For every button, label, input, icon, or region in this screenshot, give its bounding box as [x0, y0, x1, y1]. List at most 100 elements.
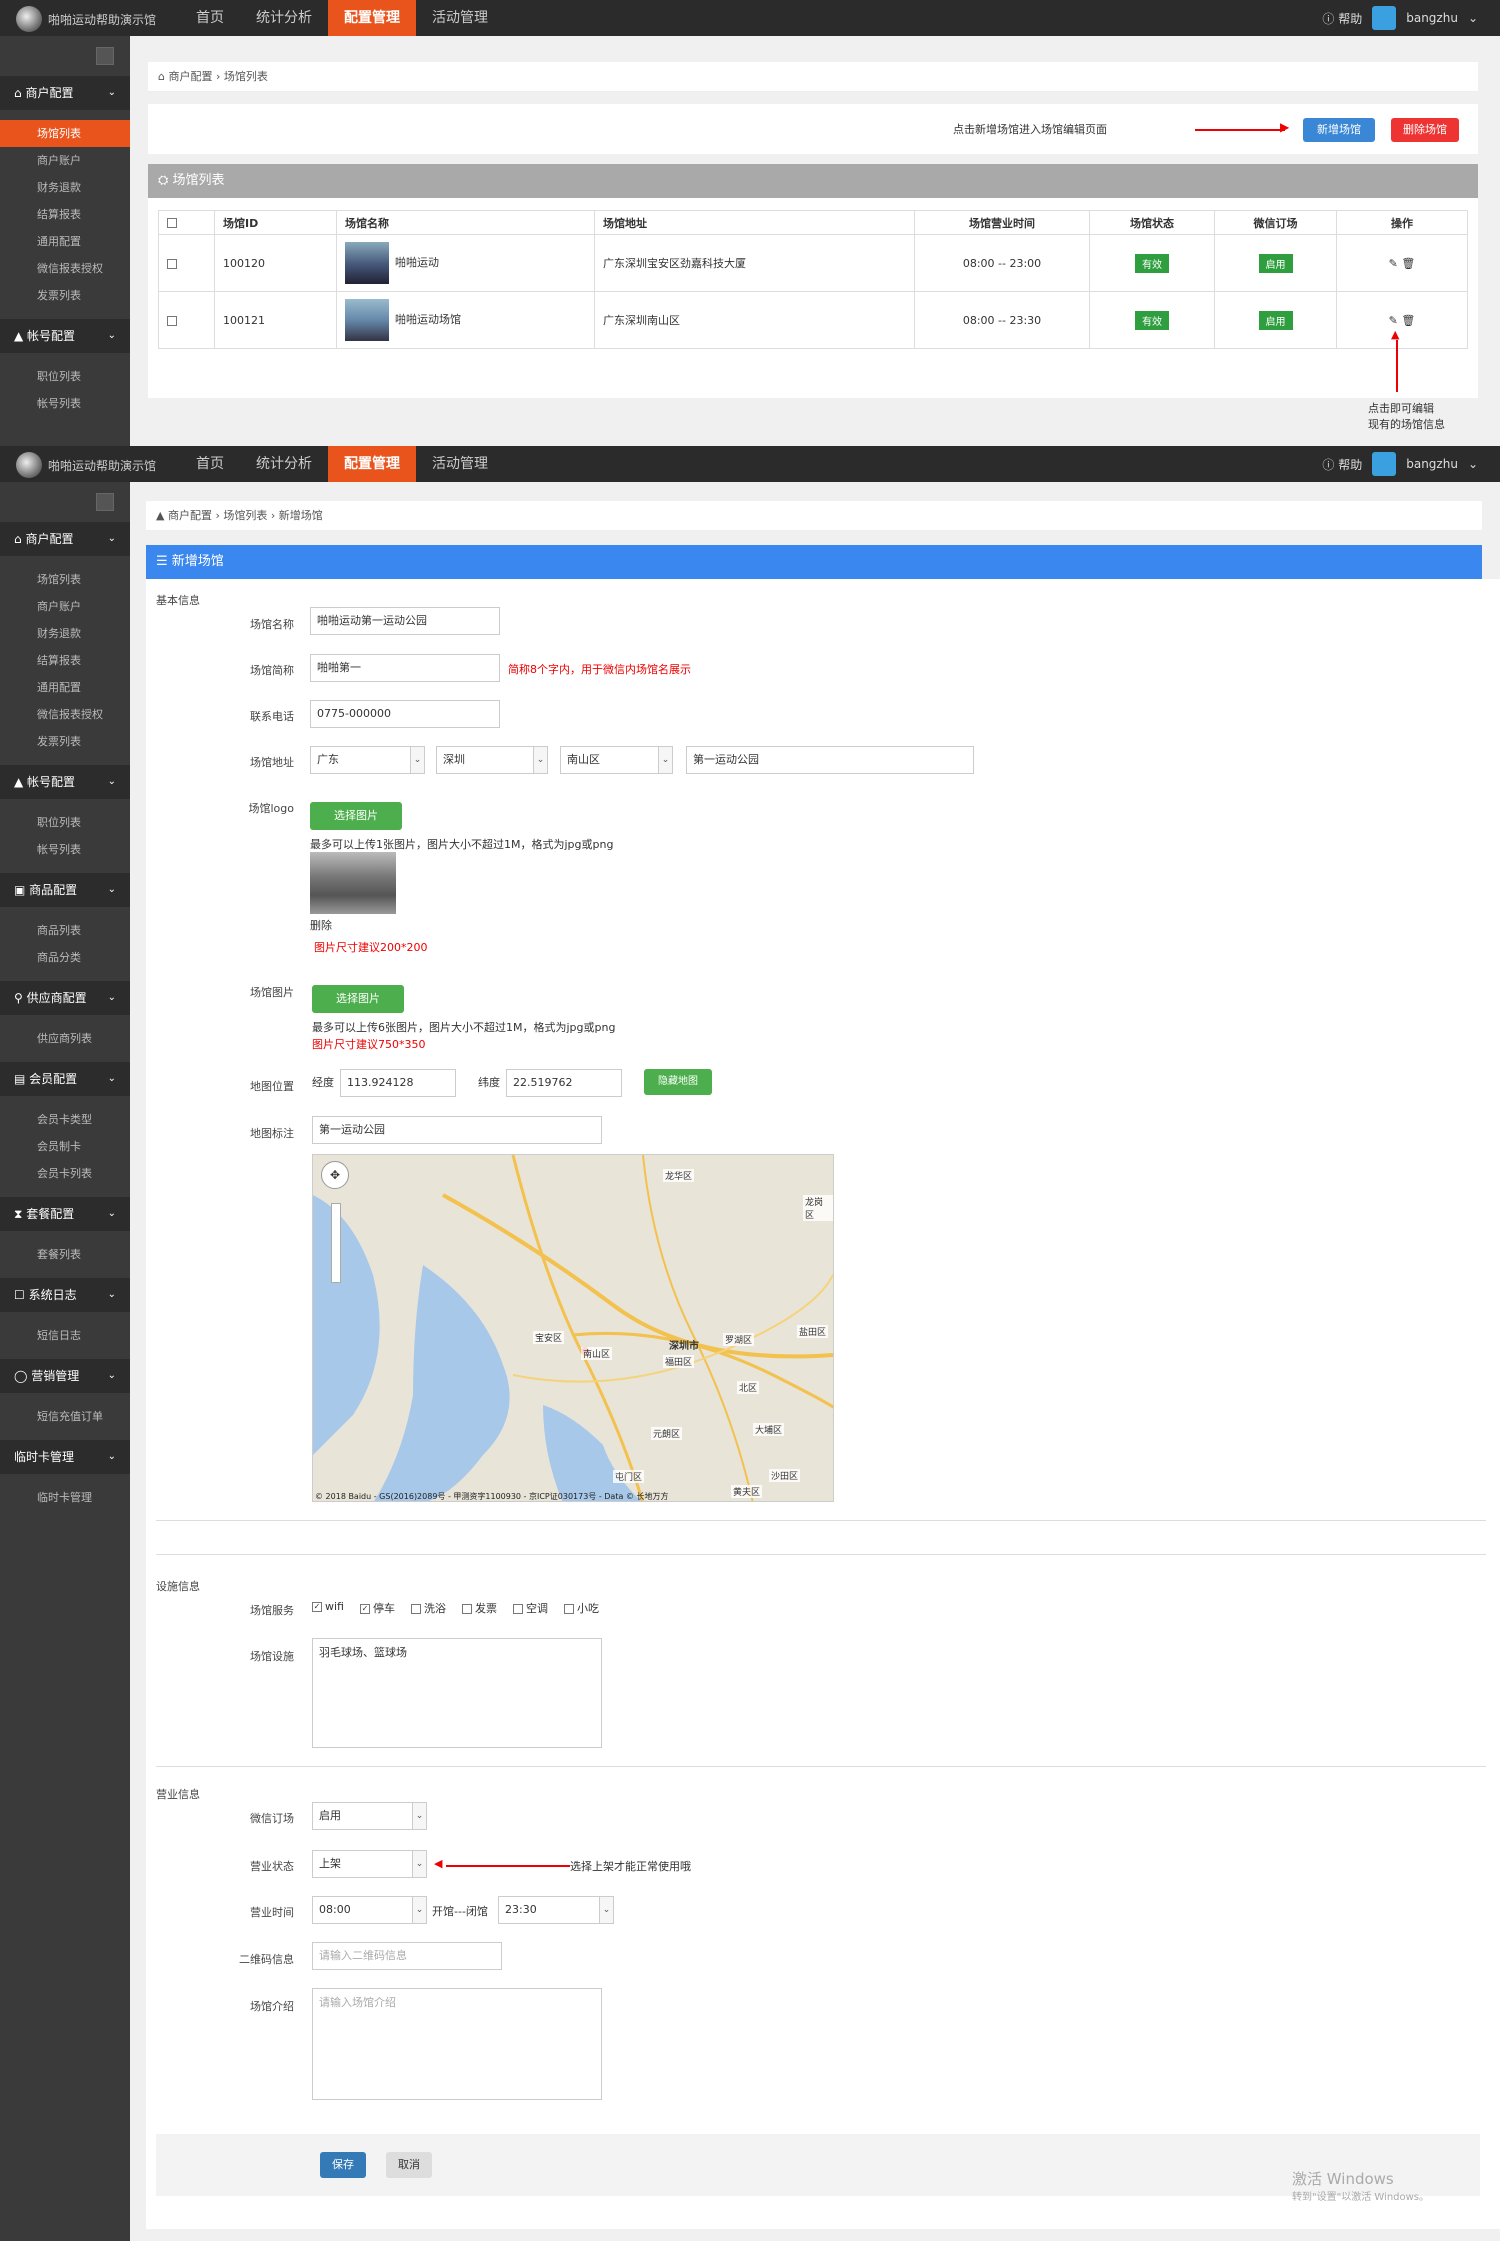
sidebar-item[interactable]: 微信报表授权 [0, 255, 130, 282]
sidebar-item-venue-list[interactable]: 场馆列表 [0, 120, 130, 147]
sidebar-item[interactable]: 商品列表 [0, 917, 130, 944]
checkbox[interactable] [512, 1604, 523, 1614]
sidebar-item[interactable]: 帐号列表 [0, 390, 130, 417]
close-time-select[interactable]: 23:30 ⌄ [498, 1896, 614, 1924]
brand[interactable]: 啪啪运动帮助演示馆 [16, 6, 156, 32]
sidebar-group-account[interactable]: ▲ 帐号配置 ⌄ [0, 319, 130, 353]
sidebar-item[interactable]: 套餐列表 [0, 1241, 130, 1268]
sidebar-group[interactable]: ⚲ 供应商配置 ⌄ [0, 981, 130, 1015]
cancel-button[interactable]: 取消 [386, 2152, 432, 2178]
sidebar-item[interactable]: 会员卡类型 [0, 1106, 130, 1133]
sidebar-group[interactable]: 临时卡管理 ⌄ [0, 1440, 130, 1474]
sidebar-item[interactable]: 微信报表授权 [0, 701, 130, 728]
edit-icon[interactable]: ✎ [1389, 314, 1398, 327]
sidebar-item[interactable]: 商品分类 [0, 944, 130, 971]
sidebar-item[interactable]: 结算报表 [0, 647, 130, 674]
nav-stats[interactable]: 统计分析 [240, 0, 328, 36]
sidebar-item[interactable]: 会员卡列表 [0, 1160, 130, 1187]
brand[interactable]: 啪啪运动帮助演示馆 [16, 452, 156, 478]
sidebar-toggle[interactable] [0, 36, 130, 76]
user-name[interactable]: bangzhu [1406, 11, 1458, 25]
add-venue-button[interactable]: 新增场馆 [1303, 118, 1375, 142]
sidebar-item[interactable]: 通用配置 [0, 228, 130, 255]
nav-stats[interactable]: 统计分析 [240, 446, 328, 482]
nav-config[interactable]: 配置管理 [328, 446, 416, 482]
nav-home[interactable]: 首页 [180, 446, 240, 482]
phone-input[interactable]: 0775-000000 [310, 700, 500, 728]
nav-activity[interactable]: 活动管理 [416, 446, 504, 482]
sidebar-item[interactable]: 财务退款 [0, 174, 130, 201]
district-select[interactable]: 南山区 ⌄ [560, 746, 673, 774]
edit-icon[interactable]: ✎ [1389, 257, 1398, 270]
nav-home[interactable]: 首页 [180, 0, 240, 36]
service-option-parking[interactable]: ✓ 停车 [359, 1600, 395, 1616]
map-view[interactable]: ✥ 龙华区 宝安区 南山区 福田区 罗湖区 深圳市 盐田区 龙岗区 元朗区 屯门… [312, 1154, 834, 1502]
avatar[interactable] [1372, 6, 1397, 30]
sidebar-item[interactable]: 会员制卡 [0, 1133, 130, 1160]
state-select[interactable]: 上架 ⌄ [312, 1850, 427, 1878]
sidebar-item[interactable]: 结算报表 [0, 201, 130, 228]
sidebar-item[interactable]: 财务退款 [0, 620, 130, 647]
sidebar-item[interactable]: 供应商列表 [0, 1025, 130, 1052]
sidebar-item[interactable]: 场馆列表 [0, 566, 130, 593]
sidebar-item[interactable]: 职位列表 [0, 363, 130, 390]
service-option-wifi[interactable]: ✓ wifi [312, 1600, 344, 1616]
venue-name-input[interactable]: 啪啪运动第一运动公园 [310, 607, 500, 635]
chevron-down-icon[interactable]: ⌄ [1468, 457, 1478, 471]
map-mark-input[interactable]: 第一运动公园 [312, 1116, 602, 1144]
trash-icon[interactable]: 🗑 [1401, 314, 1415, 327]
avatar[interactable] [1372, 452, 1397, 476]
sidebar-toggle[interactable] [0, 482, 130, 522]
sidebar-item[interactable]: 短信日志 [0, 1322, 130, 1349]
checkbox[interactable]: ✓ [312, 1602, 322, 1612]
sidebar-group-merchant[interactable]: ⌂ 商户配置 ⌄ [0, 76, 130, 110]
sidebar-item[interactable]: 发票列表 [0, 728, 130, 755]
sidebar-item[interactable]: 临时卡管理 [0, 1484, 130, 1511]
street-input[interactable]: 第一运动公园 [686, 746, 974, 774]
checkbox[interactable] [167, 258, 177, 269]
sidebar-item[interactable]: 帐号列表 [0, 836, 130, 863]
help-link[interactable]: ⓘ 帮助 [1322, 10, 1362, 27]
intro-textarea[interactable]: 请输入场馆介绍 [312, 1988, 602, 2100]
checkbox[interactable]: ✓ [359, 1604, 370, 1614]
lng-input[interactable]: 113.924128 [340, 1069, 456, 1097]
delete-venue-button[interactable]: 删除场馆 [1391, 118, 1459, 142]
sidebar-item[interactable]: 短信充值订单 [0, 1403, 130, 1430]
city-select[interactable]: 深圳 ⌄ [436, 746, 548, 774]
sidebar-group[interactable]: ⧗ 套餐配置 ⌄ [0, 1197, 130, 1231]
user-name[interactable]: bangzhu [1406, 457, 1458, 471]
checkbox[interactable] [461, 1604, 472, 1614]
sidebar-group[interactable]: ▣ 商品配置 ⌄ [0, 873, 130, 907]
nav-config[interactable]: 配置管理 [328, 0, 416, 36]
open-time-select[interactable]: 08:00 ⌄ [312, 1896, 427, 1924]
service-option-shower[interactable]: 洗浴 [410, 1600, 446, 1616]
chevron-down-icon[interactable]: ⌄ [1468, 11, 1478, 25]
delete-logo-link[interactable]: 删除 [310, 917, 332, 933]
sidebar-group[interactable]: ◯ 营销管理 ⌄ [0, 1359, 130, 1393]
wechat-select[interactable]: 启用 ⌄ [312, 1802, 427, 1830]
sidebar-group[interactable]: ⌂ 商户配置 ⌄ [0, 522, 130, 556]
venue-short-input[interactable]: 啪啪第一 [310, 654, 500, 682]
service-option-invoice[interactable]: 发票 [461, 1600, 497, 1616]
lat-input[interactable]: 22.519762 [506, 1069, 622, 1097]
map-pan-control[interactable]: ✥ [321, 1161, 349, 1189]
map-zoom-slider[interactable] [331, 1203, 341, 1283]
trash-icon[interactable]: 🗑 [1401, 257, 1415, 270]
checkbox[interactable] [167, 315, 177, 326]
sidebar-group[interactable]: ▤ 会员配置 ⌄ [0, 1062, 130, 1096]
sidebar-group[interactable]: ☐ 系统日志 ⌄ [0, 1278, 130, 1312]
choose-logo-button[interactable]: 选择图片 [310, 802, 402, 830]
sidebar-item[interactable]: 商户账户 [0, 147, 130, 174]
save-button[interactable]: 保存 [320, 2152, 366, 2178]
hide-map-button[interactable]: 隐藏地图 [644, 1069, 712, 1095]
facility-textarea[interactable]: 羽毛球场、篮球场 [312, 1638, 602, 1748]
service-option-aircon[interactable]: 空调 [512, 1600, 548, 1616]
choose-pictures-button[interactable]: 选择图片 [312, 985, 404, 1013]
checkbox[interactable] [563, 1604, 574, 1614]
sidebar-group[interactable]: ▲ 帐号配置 ⌄ [0, 765, 130, 799]
checkbox[interactable] [410, 1604, 421, 1614]
nav-activity[interactable]: 活动管理 [416, 0, 504, 36]
province-select[interactable]: 广东 ⌄ [310, 746, 425, 774]
sidebar-item[interactable]: 职位列表 [0, 809, 130, 836]
sidebar-item[interactable]: 发票列表 [0, 282, 130, 309]
